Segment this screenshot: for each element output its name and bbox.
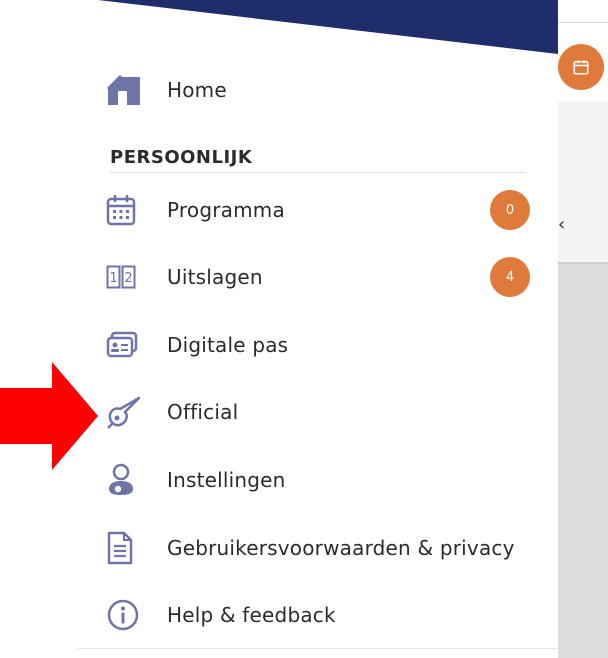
document-icon <box>106 528 146 568</box>
menu-item-label: Gebruikersvoorwaarden & privacy <box>167 536 515 560</box>
user-settings-icon <box>106 460 146 500</box>
drawer-header-banner <box>98 0 558 54</box>
background-header <box>558 0 608 102</box>
svg-text:1: 1 <box>109 271 117 286</box>
id-card-icon <box>106 325 146 365</box>
count-badge: 0 <box>490 190 530 230</box>
annotation-arrow-icon <box>0 362 98 470</box>
chevron-left-icon[interactable]: ‹ <box>558 214 565 235</box>
section-title: PERSOONLIJK <box>110 147 253 168</box>
home-icon <box>106 70 146 110</box>
menu-item-label: Help & feedback <box>167 603 336 627</box>
menu-item-programma[interactable]: Programma 0 <box>106 187 530 233</box>
navigation-drawer: Home PERSOONLIJK Programma 0 1 2 Uitslag… <box>78 0 558 658</box>
info-icon <box>106 595 146 635</box>
menu-item-label: Programma <box>167 198 285 222</box>
menu-item-official[interactable]: Official <box>106 389 530 435</box>
count-badge: 4 <box>490 257 530 297</box>
section-divider <box>110 172 525 173</box>
background-header-divider <box>558 22 608 23</box>
calendar-icon <box>106 190 146 230</box>
menu-item-digitale-pas[interactable]: Digitale pas <box>106 322 530 368</box>
menu-item-gebruikersvoorwaarden[interactable]: Gebruikersvoorwaarden & privacy <box>106 525 530 571</box>
menu-item-label: Digitale pas <box>167 333 289 357</box>
svg-text:2: 2 <box>124 271 132 286</box>
whistle-icon <box>106 392 146 432</box>
calendar-icon <box>573 60 589 75</box>
menu-item-label: Instellingen <box>167 468 286 492</box>
menu-item-label: Official <box>167 400 239 424</box>
background-calendar-button[interactable] <box>558 44 604 90</box>
drawer-footer-divider <box>78 648 558 649</box>
menu-item-label: Uitslagen <box>167 265 263 289</box>
menu-item-label: Home <box>167 78 227 102</box>
menu-item-uitslagen[interactable]: 1 2 Uitslagen 4 <box>106 254 530 300</box>
menu-item-help-feedback[interactable]: Help & feedback <box>106 592 530 638</box>
menu-item-home[interactable]: Home <box>106 67 530 113</box>
menu-item-instellingen[interactable]: Instellingen <box>106 457 530 503</box>
background-app: ‹ <box>558 0 608 658</box>
scoreboard-icon: 1 2 <box>106 257 146 297</box>
background-card: ‹ <box>558 102 608 264</box>
